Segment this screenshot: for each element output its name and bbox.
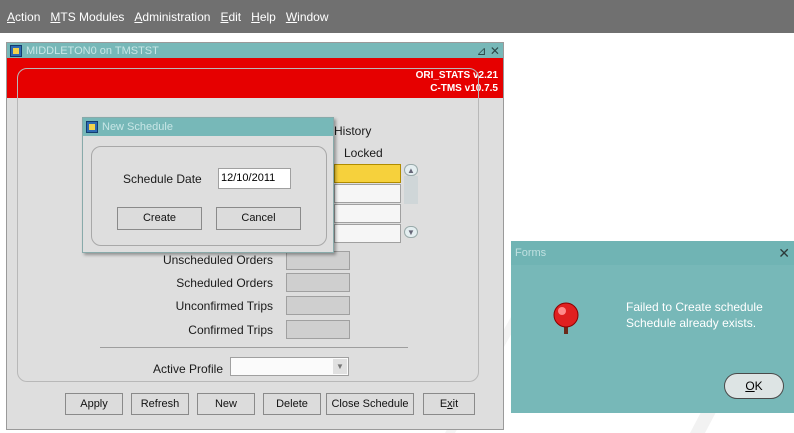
close-icon[interactable]: ✕ [778,245,790,262]
confirmed-trips-field[interactable] [286,320,350,339]
exit-post: it [452,398,459,410]
new-schedule-frame [91,146,327,246]
forms-titlebar[interactable]: Forms [511,241,794,265]
unconfirmed-trips-label: Unconfirmed Trips [175,299,273,313]
delete-button[interactable]: Delete [263,393,321,415]
active-profile-label: Active Profile [152,362,223,376]
stop-alarm-icon [553,302,579,334]
locked-label: Locked [344,146,383,160]
app-icon [10,44,22,57]
ok-accel: O [745,379,755,393]
new-schedule-title: New Schedule [102,121,173,133]
forms-message-line1: Failed to Create schedule [626,300,763,314]
unscheduled-orders-label: Unscheduled Orders [162,253,273,267]
scheduled-orders-label: Scheduled Orders [176,276,273,290]
record-field-1[interactable] [334,164,401,183]
record-scrollbar-thumb[interactable] [404,176,418,204]
unconfirmed-trips-field[interactable] [286,296,350,315]
record-field-3[interactable] [334,204,401,223]
schedule-date-input[interactable]: 12/10/2011 [218,168,291,189]
main-window-title: MIDDLETON0 on TMSTST [26,44,159,57]
chevron-down-icon[interactable]: ▼ [333,359,347,374]
forms-message: Failed to Create schedule Schedule alrea… [626,299,763,331]
cancel-button[interactable]: Cancel [216,207,301,230]
new-schedule-titlebar[interactable]: New Schedule [83,118,333,136]
create-button[interactable]: Create [117,207,202,230]
new-schedule-dialog: New Schedule Schedule Date 12/10/2011 Cr… [82,117,334,253]
unscheduled-orders-field[interactable] [286,251,350,270]
active-profile-select[interactable] [230,357,349,376]
main-window-titlebar[interactable]: MIDDLETON0 on TMSTST ⊿ ✕ [7,43,503,58]
divider [100,347,408,348]
close-schedule-button[interactable]: Close Schedule [326,393,414,415]
dialog-app-icon [86,121,98,133]
refresh-button[interactable]: Refresh [131,393,189,415]
record-field-4[interactable] [334,224,401,243]
exit-button[interactable]: Exit [423,393,475,415]
record-field-2[interactable] [334,184,401,203]
scroll-up-icon[interactable]: ▲ [404,164,418,176]
scheduled-orders-field[interactable] [286,273,350,292]
scroll-down-icon[interactable]: ▼ [404,226,418,238]
ok-button[interactable]: OK [724,373,784,399]
history-label: History [334,124,372,138]
schedule-date-label: Schedule Date [123,172,202,186]
forms-message-line2: Schedule already exists. [626,316,757,330]
new-button[interactable]: New [197,393,255,415]
forms-title: Forms [515,247,547,259]
apply-button[interactable]: Apply [65,393,123,415]
confirmed-trips-label: Confirmed Trips [188,323,273,337]
ok-rest: K [754,379,763,393]
forms-alert-dialog: Forms ✕ Failed to Create schedule Schedu… [511,241,794,413]
window-controls[interactable]: ⊿ ✕ [477,44,500,58]
